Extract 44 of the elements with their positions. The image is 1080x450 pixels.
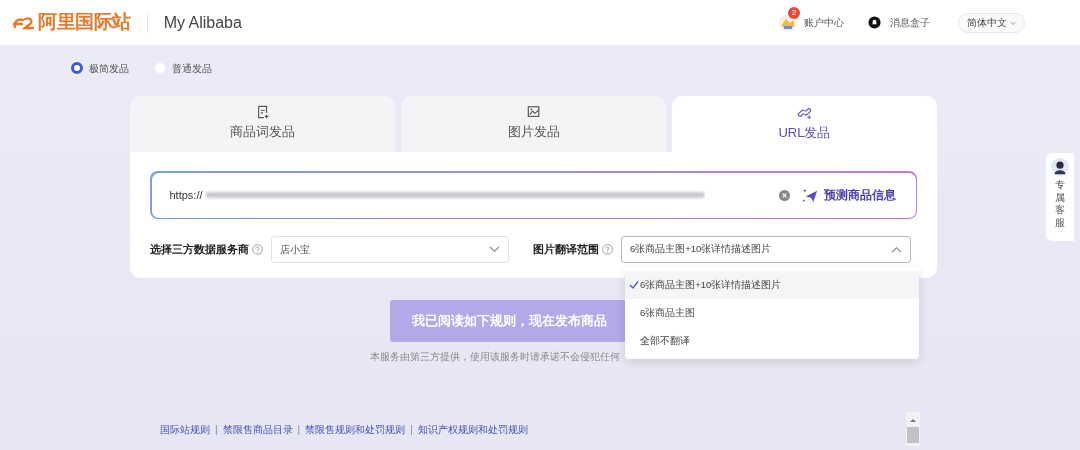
- tab[interactable]: 图片发品: [401, 96, 666, 152]
- notice-text: 本服务由第三方提供，使用该服务时请承诺不会侵犯任何: [370, 350, 621, 364]
- tab[interactable]: 商品词发品: [130, 96, 395, 152]
- link-separator: |: [215, 422, 218, 437]
- rule-link[interactable]: 国际站规则: [160, 421, 210, 437]
- customer-service-widget[interactable]: 专属客服: [1046, 153, 1074, 241]
- tab[interactable]: URL发品: [672, 96, 937, 152]
- dropdown-option[interactable]: 6张商品主图+10张详情描述图片: [625, 271, 919, 299]
- bell-icon: [868, 16, 881, 29]
- radio-button[interactable]: [71, 62, 83, 74]
- dropdown-option[interactable]: 6张商品主图: [625, 299, 919, 327]
- link-separator: |: [410, 422, 413, 437]
- link-separator: |: [297, 422, 301, 437]
- document-plus-icon: [255, 105, 270, 119]
- rule-link[interactable]: 禁限售商品目录: [222, 421, 293, 437]
- dropdown-option[interactable]: 全部不翻译: [625, 327, 919, 355]
- person-avatar-icon: [1051, 158, 1069, 176]
- language-selector[interactable]: 简体中文: [958, 12, 1025, 33]
- image-icon: [526, 105, 541, 119]
- clear-icon[interactable]: [778, 189, 790, 201]
- field-label: 选择三方数据服务商: [150, 241, 249, 257]
- rule-link[interactable]: 禁限售规则和处罚规则: [305, 421, 406, 437]
- scrollbar[interactable]: [906, 412, 920, 446]
- chevron-down-icon: [489, 245, 500, 253]
- radio-option[interactable]: 极简发品: [71, 60, 129, 76]
- predict-button[interactable]: 预测商品信息: [801, 186, 896, 204]
- translate-scope-select[interactable]: 6张商品主图+10张详情描述图片: [621, 235, 911, 263]
- provider-select[interactable]: 店小宝: [271, 235, 509, 263]
- chevron-up-icon: [891, 245, 902, 253]
- notification-badge: 2: [788, 6, 800, 19]
- logo-text: 阿里国际站: [38, 10, 131, 35]
- field-label: 图片翻译范围: [533, 241, 599, 257]
- radio-option[interactable]: 普通发品: [154, 60, 212, 76]
- check-icon: [629, 280, 639, 290]
- chevron-down-icon: [1010, 19, 1016, 26]
- messages-link[interactable]: 消息盒子: [868, 15, 930, 30]
- page-title: My Alibaba: [163, 12, 242, 33]
- help-icon[interactable]: [602, 243, 613, 255]
- logo-icon: [12, 14, 36, 31]
- url-input-field[interactable]: https:// 预测商品信息: [151, 172, 916, 218]
- help-icon[interactable]: [252, 243, 263, 255]
- account-link[interactable]: 账户中心: [804, 15, 844, 30]
- rule-link[interactable]: 知识产权规则和处罚规则: [417, 421, 528, 437]
- link-icon: [797, 105, 812, 120]
